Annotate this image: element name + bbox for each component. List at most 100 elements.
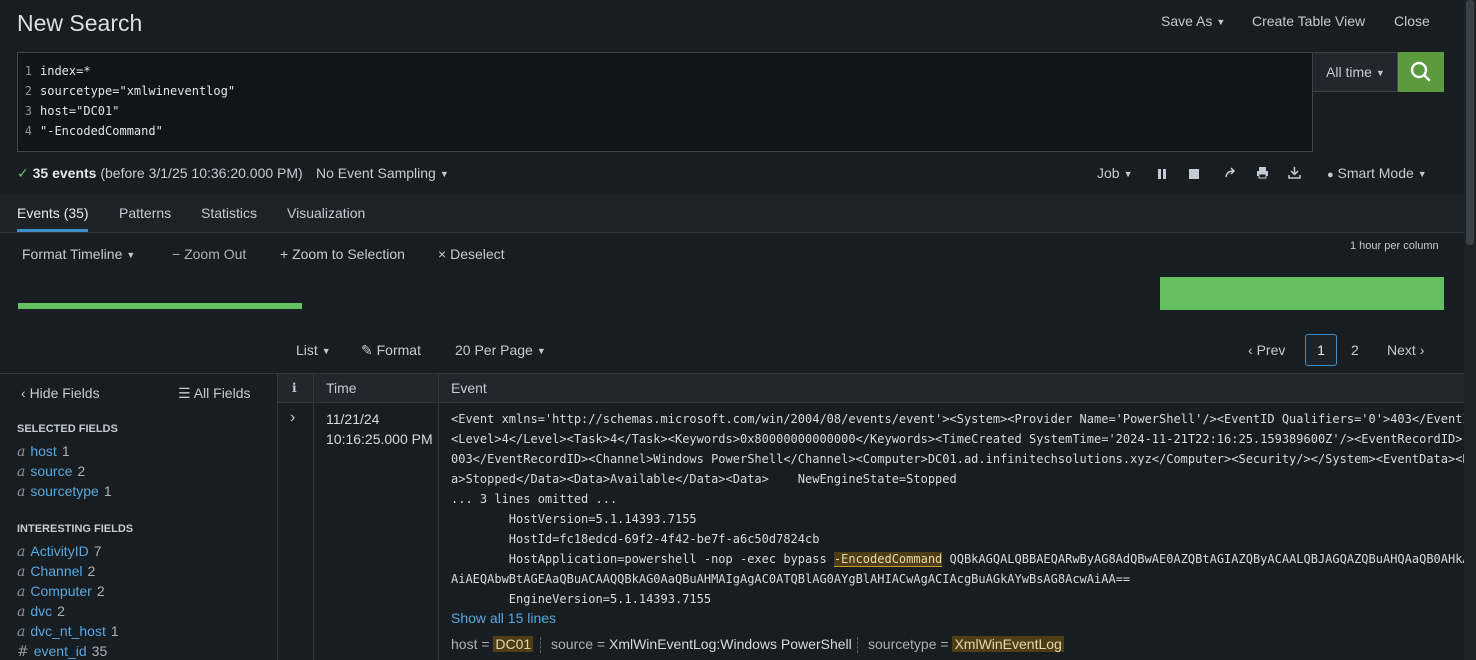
stop-button[interactable]	[1188, 167, 1200, 183]
query-text: index=*	[40, 64, 91, 78]
meta-value: DC01	[493, 636, 534, 652]
event-count-status: ✓ 35 events (before 3/1/25 10:36:20.000 …	[17, 165, 303, 182]
save-as-button[interactable]: Save As ▼	[1161, 13, 1225, 29]
tab-patterns[interactable]: Patterns	[119, 205, 171, 221]
event-raw-line: 003</EventRecordID><Channel>Windows Powe…	[451, 452, 1476, 466]
caret-down-icon: ▼	[439, 169, 449, 179]
hide-fields-button[interactable]: ‹ Hide Fields	[21, 385, 100, 401]
per-page-dropdown[interactable]: 20 Per Page ▼	[455, 342, 546, 358]
event-meta-source[interactable]: source = XmlWinEventLog:Windows PowerShe…	[551, 636, 852, 652]
event-meta-host[interactable]: host = DC01	[451, 636, 534, 652]
field-item[interactable]: a dvc_nt_host 1	[17, 623, 119, 640]
tab-statistics[interactable]: Statistics	[201, 205, 257, 221]
print-button[interactable]	[1256, 166, 1269, 182]
field-count: 1	[110, 623, 119, 639]
chevron-left-icon: ‹	[1248, 342, 1253, 358]
share-icon	[1225, 167, 1236, 178]
pencil-icon: ✎	[361, 342, 373, 358]
pause-button[interactable]	[1156, 167, 1168, 183]
field-count: 35	[91, 643, 108, 659]
page-scrollbar-thumb[interactable]	[1466, 0, 1474, 245]
query-line: 2 sourcetype="xmlwineventlog"	[18, 81, 235, 101]
prev-page-button[interactable]: ‹ Prev	[1248, 342, 1285, 358]
active-tab-indicator	[17, 229, 88, 232]
field-name: Channel	[30, 563, 83, 579]
field-item[interactable]: a source 2	[17, 463, 85, 480]
host-application-suffix: QQBkAGQALQBBAEQARwByAG8AdQBwAE0AZQBtAGIA…	[942, 552, 1476, 566]
field-type: a	[17, 564, 26, 580]
format-timeline-dropdown[interactable]: Format Timeline ▼	[22, 246, 135, 262]
event-raw-line: HostApplication=powershell -nop -exec by…	[451, 549, 1476, 569]
time-range-picker[interactable]: All time ▼	[1313, 52, 1398, 92]
search-query-editor[interactable]: 1 index=* 2 sourcetype="xmlwineventlog" 3h…	[17, 52, 1313, 152]
chevron-left-icon: ‹	[21, 385, 26, 401]
deselect-label: Deselect	[450, 246, 505, 262]
timeline-selection-bar[interactable]	[18, 303, 302, 309]
check-icon: ✓	[17, 165, 29, 181]
field-item[interactable]: a Channel 2	[17, 563, 95, 580]
show-all-lines-link[interactable]: Show all 15 lines	[451, 610, 556, 626]
deselect-button[interactable]: × Deselect	[438, 246, 505, 262]
query-text: "-EncodedCommand"	[40, 124, 163, 138]
tab-visualization[interactable]: Visualization	[287, 205, 365, 221]
column-divider	[313, 374, 314, 660]
field-name: dvc	[30, 603, 53, 619]
event-meta-sourcetype[interactable]: sourcetype = XmlWinEventLog	[868, 636, 1064, 652]
meta-separator	[540, 637, 541, 653]
list-label: List	[296, 342, 318, 358]
field-item[interactable]: a dvc 2	[17, 603, 65, 620]
search-icon	[1410, 61, 1431, 82]
bulb-icon: ●	[1327, 169, 1334, 181]
next-label: Next	[1387, 342, 1416, 358]
event-raw-line: <Level>4</Level><Task>4</Task><Keywords>…	[451, 432, 1476, 446]
meta-value: XmlWinEventLog	[952, 636, 1064, 652]
job-menu[interactable]: Job ▼	[1097, 165, 1133, 181]
list-icon: ☰	[178, 385, 191, 401]
tab-events[interactable]: Events (35)	[17, 205, 89, 221]
field-item[interactable]: a host 1	[17, 443, 70, 460]
zoom-out-button[interactable]: − Zoom Out	[172, 246, 246, 262]
event-raw-line: AiAEQAbwBtAGEAaQBuACAAQQBkAG0AaQBuAHMAIg…	[451, 572, 1131, 586]
time-column-header[interactable]: Time	[326, 380, 357, 396]
format-button[interactable]: ✎ Format	[361, 342, 421, 359]
all-fields-button[interactable]: ☰ All Fields	[178, 385, 250, 402]
column-divider	[438, 374, 439, 660]
search-button[interactable]	[1398, 52, 1444, 92]
field-name: event_id	[33, 643, 87, 659]
event-sampling-dropdown[interactable]: No Event Sampling ▼	[316, 165, 449, 181]
event-raw-line: ... 3 lines omitted ...	[451, 492, 618, 506]
query-text: sourcetype="xmlwineventlog"	[40, 84, 236, 98]
field-item[interactable]: # event_id 35	[17, 643, 107, 660]
meta-value: XmlWinEventLog:Windows PowerShell	[608, 636, 852, 652]
job-label: Job	[1097, 165, 1120, 181]
print-icon	[1257, 167, 1268, 179]
timeline-event-bar[interactable]	[1160, 277, 1444, 310]
field-name: host	[30, 443, 57, 459]
create-table-view-button[interactable]: Create Table View	[1252, 13, 1365, 29]
next-page-button[interactable]: Next ›	[1387, 342, 1424, 358]
per-page-label: 20 Per Page	[455, 342, 533, 358]
search-mode-dropdown[interactable]: ● Smart Mode ▼	[1327, 165, 1427, 181]
field-count: 2	[57, 603, 65, 619]
search-term-highlight[interactable]: -EncodedCommand	[833, 552, 943, 567]
query-line: 4 "-EncodedCommand"	[18, 121, 163, 141]
meta-label: source =	[551, 636, 606, 652]
page-2-button[interactable]: 2	[1351, 342, 1359, 358]
query-text: host="DC01"	[40, 104, 120, 118]
close-button[interactable]: Close	[1394, 13, 1430, 29]
field-item[interactable]: a ActivityID 7	[17, 543, 102, 560]
field-item[interactable]: a Computer 2	[17, 583, 105, 600]
export-button[interactable]	[1288, 166, 1301, 182]
page-1-button[interactable]: 1	[1305, 334, 1337, 366]
time-range-label: All time	[1326, 64, 1372, 80]
zoom-to-selection-button[interactable]: + Zoom to Selection	[280, 246, 405, 262]
field-item[interactable]: a sourcetype 1	[17, 483, 112, 500]
share-button[interactable]	[1224, 166, 1236, 183]
line-number: 1	[24, 64, 32, 78]
query-line: 1 index=*	[18, 61, 91, 81]
list-view-dropdown[interactable]: List ▼	[296, 342, 331, 358]
expand-event-chevron-icon[interactable]: ›	[290, 409, 295, 427]
prev-label: Prev	[1256, 342, 1286, 358]
field-type: #	[17, 644, 29, 660]
meta-separator	[857, 637, 858, 653]
